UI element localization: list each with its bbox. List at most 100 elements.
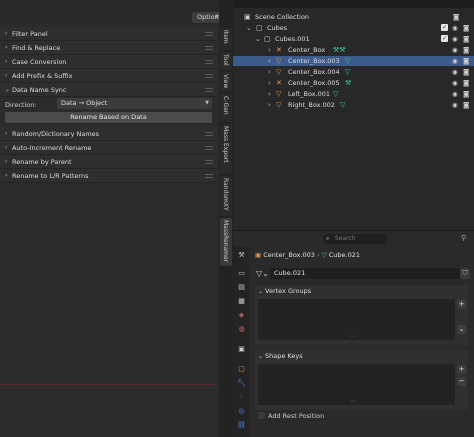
camera-icon[interactable]: ◙ (463, 45, 469, 55)
panel-lr-patterns[interactable]: › Rename to L/R Patterns (0, 169, 218, 183)
options-dropdown[interactable]: Options ▼ (192, 12, 222, 23)
outliner-row-center-box-004[interactable]: › ▽ Center_Box.004 ▽ ◉ ◙ (233, 67, 474, 77)
panel-case-conversion[interactable]: › Case Conversion (0, 55, 218, 69)
chevron-right-icon: › (268, 101, 271, 109)
camera-icon[interactable]: ◙ (453, 12, 459, 22)
panel-prefix-suffix[interactable]: › Add Prefix & Suffix (0, 69, 218, 83)
panel-rename-by-parent[interactable]: › Rename by Parent (0, 155, 218, 169)
remove-icon[interactable]: − (457, 377, 466, 386)
panel-label: Case Conversion (12, 58, 67, 66)
drag-handle-icon[interactable] (205, 132, 213, 136)
particles-icon[interactable]: ⁘ (237, 393, 246, 402)
add-icon[interactable]: + (457, 365, 466, 374)
outliner-row-cubes[interactable]: ⌄ ▢ Cubes ✓ ◉ ◙ (233, 23, 474, 33)
tab-label: Item (222, 30, 229, 44)
mesh-name-field[interactable]: Cube.021 (270, 268, 460, 279)
shape-keys-panel: ⌄ Shape Keys ⋯ + − (255, 350, 468, 410)
vertex-groups-header[interactable]: ⌄ Vertex Groups (255, 285, 468, 298)
breadcrumb-object: Center_Box.003 (263, 251, 315, 259)
tab-item[interactable]: Item (220, 28, 232, 50)
tab-massrenamer[interactable]: MassRenamer (220, 218, 232, 266)
world-icon[interactable]: ◍ (237, 325, 246, 334)
eye-icon[interactable]: ◉ (452, 45, 458, 55)
drag-handle-icon[interactable] (205, 88, 213, 92)
sidebar-panel: Options ▼ › Filter Panel › Find & Replace… (0, 0, 222, 437)
drag-handle-icon[interactable] (205, 74, 213, 78)
drag-handle-icon[interactable] (205, 46, 213, 50)
eye-icon[interactable]: ◉ (452, 56, 458, 66)
camera-icon[interactable]: ◙ (463, 67, 469, 77)
panel-auto-increment[interactable]: › Auto-Increment Rename (0, 141, 218, 155)
mesh-data-icon: ▽ (340, 101, 346, 109)
resize-handle-icon[interactable]: ⋯ (350, 333, 356, 340)
drag-handle-icon[interactable] (205, 160, 213, 164)
outliner-row-right-box-002[interactable]: › ▽ Right_Box.002 ▽ ◉ ◙ (233, 100, 474, 110)
row-label: Center_Box.005 (288, 79, 340, 87)
camera-icon[interactable]: ◙ (463, 34, 469, 44)
camera-icon[interactable]: ◙ (463, 78, 469, 88)
object-icon[interactable]: ▢ (237, 365, 246, 374)
panel-find-replace[interactable]: › Find & Replace (0, 41, 218, 55)
shape-keys-list[interactable]: ⋯ (258, 364, 455, 405)
checkbox[interactable]: ✓ (441, 35, 448, 42)
tool-icon[interactable]: ⚒ (237, 251, 246, 260)
tab-mass-export[interactable]: Mass Export (220, 124, 232, 174)
add-icon[interactable]: + (457, 300, 466, 309)
row-label: Center_Box (288, 46, 326, 54)
chevron-down-icon[interactable]: ⌄ (457, 325, 466, 334)
drag-handle-icon[interactable] (205, 146, 213, 150)
drag-handle-icon[interactable] (205, 32, 213, 36)
outliner-row-center-box-003[interactable]: › ▽ Center_Box.003 ▽ ◉ ◙ (233, 56, 474, 66)
eye-icon[interactable]: ◉ (452, 34, 458, 44)
constraint-icon[interactable]: ⛓︎ (237, 421, 246, 430)
outliner-row-scene[interactable]: ▣ Scene Collection ◙ (233, 12, 474, 22)
resize-handle-icon[interactable]: ⋯ (350, 398, 356, 405)
search-input[interactable]: ⌕ Search (323, 234, 388, 244)
panel-filter[interactable]: › Filter Panel (0, 27, 218, 41)
camera-icon[interactable]: ◙ (463, 100, 469, 110)
pin-icon[interactable]: ⚲ (461, 234, 466, 242)
panel-label: Add Prefix & Suffix (12, 72, 73, 80)
tab-view[interactable]: View (220, 72, 232, 92)
eye-icon[interactable]: ◉ (452, 78, 458, 88)
drag-handle-icon[interactable] (205, 174, 213, 178)
rename-based-on-data-button[interactable]: Rename Based on Data (5, 112, 212, 123)
camera-icon[interactable]: ◙ (463, 89, 469, 99)
mesh-object-icon: ▽ (276, 90, 282, 98)
vertex-groups-list[interactable]: ⋯ (258, 299, 455, 340)
eye-icon[interactable]: ◉ (452, 100, 458, 110)
camera-icon[interactable]: ◙ (463, 23, 469, 33)
eye-icon[interactable]: ◉ (452, 67, 458, 77)
panel-label: Filter Panel (12, 30, 48, 38)
add-rest-position-checkbox[interactable] (258, 412, 265, 419)
panel-label: Auto-Increment Rename (12, 144, 92, 152)
panel-data-name-sync[interactable]: ⌄ Data Name Sync (0, 83, 218, 97)
checkbox[interactable]: ✓ (441, 24, 448, 31)
render-icon[interactable]: ▭ (237, 269, 246, 278)
fake-user-icon[interactable]: ⛉ (460, 268, 470, 279)
add-rest-position-label: Add Rest Position (268, 412, 325, 420)
scene-icon[interactable]: ◈ (237, 311, 246, 320)
outliner-row-center-box[interactable]: › ✕ Center_Box ⚒⚒ ◉ ◙ (233, 45, 474, 55)
direction-select[interactable]: Data → Object ▼ (57, 98, 212, 109)
tab-randomxy[interactable]: RandomXY (220, 176, 232, 216)
eye-icon[interactable]: ◉ (452, 23, 458, 33)
outliner-row-left-box-001[interactable]: › ▽ Left_Box.001 ▽ ◉ ◙ (233, 89, 474, 99)
physics-icon[interactable]: ◎ (237, 407, 246, 416)
drag-handle-icon[interactable] (205, 60, 213, 64)
tab-tool[interactable]: Tool (220, 52, 232, 70)
outliner-row-center-box-005[interactable]: › ✕ Center_Box.005 ⚒ ◉ ◙ (233, 78, 474, 88)
mesh-data-icon: ▽ (333, 90, 339, 98)
output-icon[interactable]: ▤ (237, 283, 246, 292)
modifier-icon[interactable]: 🔧︎ (237, 379, 246, 388)
collection-icon[interactable]: ▣ (237, 345, 246, 354)
eye-icon[interactable]: ◉ (452, 89, 458, 99)
outliner-row-cubes-001[interactable]: ⌄ ▢ Cubes.001 ✓ ◉ ◙ (233, 34, 474, 44)
collection-icon: ▢ (256, 24, 263, 32)
chevron-right-icon: › (5, 58, 8, 65)
camera-icon[interactable]: ◙ (463, 56, 469, 66)
panel-random-names[interactable]: › Random/Dictionary Names (0, 127, 218, 141)
view-layer-icon[interactable]: ▦ (237, 297, 246, 306)
tab-cgen[interactable]: C-Gen (220, 94, 232, 122)
shape-keys-header[interactable]: ⌄ Shape Keys (255, 350, 468, 363)
